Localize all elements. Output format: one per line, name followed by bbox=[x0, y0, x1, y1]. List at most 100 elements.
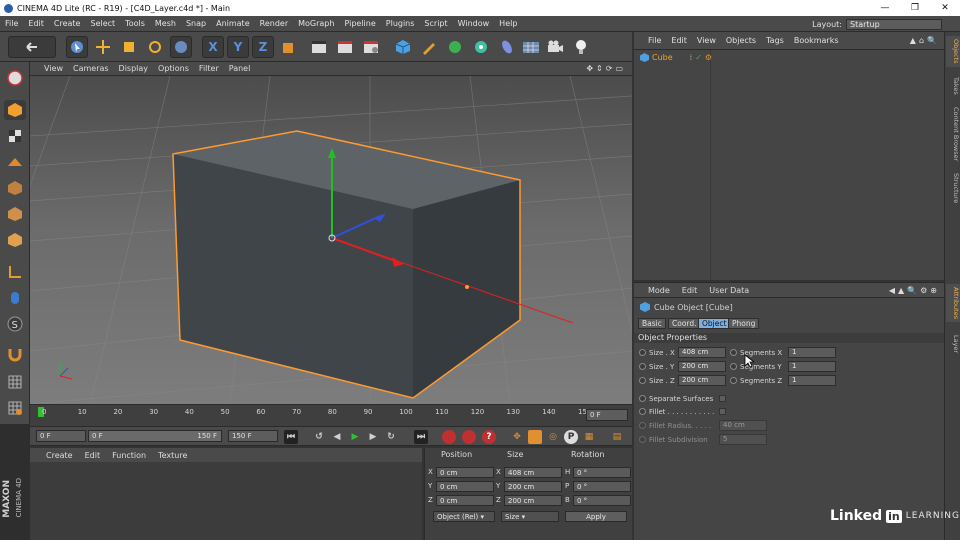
menu-edit[interactable]: Edit bbox=[23, 19, 49, 28]
separate-anim-icon[interactable] bbox=[639, 395, 646, 402]
side-tab-objects[interactable]: Objects bbox=[946, 36, 960, 67]
coordinate-system-button[interactable] bbox=[278, 36, 300, 58]
rotation-key-button[interactable]: ◎ bbox=[546, 430, 560, 444]
size-z-anim-icon[interactable] bbox=[639, 377, 646, 384]
goto-end-button[interactable]: ⏭ bbox=[414, 430, 428, 444]
next-frame-button[interactable]: ▶ bbox=[366, 430, 380, 444]
size-y-input[interactable]: 200 cm bbox=[678, 361, 726, 372]
layout-select[interactable]: Startup bbox=[846, 18, 942, 30]
objects-menu-view[interactable]: View bbox=[692, 36, 721, 45]
menu-mograph[interactable]: MoGraph bbox=[293, 19, 339, 28]
menu-pipeline[interactable]: Pipeline bbox=[339, 19, 380, 28]
points-mode-button[interactable] bbox=[4, 178, 26, 198]
material-menu-edit[interactable]: Edit bbox=[79, 451, 107, 460]
texture-mode-button[interactable] bbox=[4, 126, 26, 146]
menu-mesh[interactable]: Mesh bbox=[150, 19, 181, 28]
side-tab-layer[interactable]: Layer bbox=[946, 332, 960, 356]
coordinate-mode-select[interactable]: Object (Rel) ▾ bbox=[433, 511, 495, 522]
tab-phong[interactable]: Phong bbox=[728, 318, 760, 329]
menu-script[interactable]: Script bbox=[419, 19, 452, 28]
make-editable-button[interactable] bbox=[4, 68, 26, 88]
menu-tools[interactable]: Tools bbox=[120, 19, 150, 28]
pos-z-field[interactable]: 0 cm bbox=[436, 495, 494, 506]
viewport-nav-icons[interactable]: ✥⇕⟳▭ bbox=[586, 64, 626, 73]
object-list[interactable]: Cube ⁞ ✓ ⚙ bbox=[634, 50, 944, 280]
objects-menu-tags[interactable]: Tags bbox=[761, 36, 789, 45]
segments-z-input[interactable]: 1 bbox=[788, 375, 836, 386]
minimize-button[interactable]: — bbox=[870, 0, 900, 16]
segments-y-input[interactable]: 1 bbox=[788, 361, 836, 372]
viewport-menu-filter[interactable]: Filter bbox=[194, 64, 224, 73]
render-settings-button[interactable] bbox=[360, 36, 382, 58]
light-button[interactable] bbox=[570, 36, 592, 58]
size-z-field[interactable]: 200 cm bbox=[504, 495, 562, 506]
workplane-grid-button[interactable] bbox=[4, 372, 26, 392]
undo-button[interactable] bbox=[8, 36, 56, 58]
material-menu-function[interactable]: Function bbox=[106, 451, 152, 460]
pos-x-field[interactable]: 0 cm bbox=[436, 467, 494, 478]
objects-menu-bookmarks[interactable]: Bookmarks bbox=[789, 36, 844, 45]
size-z-input[interactable]: 200 cm bbox=[678, 375, 726, 386]
menu-help[interactable]: Help bbox=[494, 19, 522, 28]
goto-start-button[interactable]: ⏮ bbox=[284, 430, 298, 444]
segments-z-anim-icon[interactable] bbox=[730, 377, 737, 384]
select-tool-button[interactable] bbox=[66, 36, 88, 58]
side-tab-structure[interactable]: Structure bbox=[946, 170, 960, 206]
menu-render[interactable]: Render bbox=[255, 19, 293, 28]
tab-coord[interactable]: Coord. bbox=[668, 318, 701, 329]
start-frame-field[interactable]: 0 F bbox=[36, 430, 86, 442]
menu-select[interactable]: Select bbox=[85, 19, 120, 28]
render-view-button[interactable] bbox=[308, 36, 330, 58]
timeline-ruler[interactable]: 0 10 20 30 40 50 60 70 80 90 100 110 120 130 140 150 0 F bbox=[30, 404, 632, 426]
magnet-button[interactable] bbox=[4, 344, 26, 364]
attr-menu-edit[interactable]: Edit bbox=[676, 286, 704, 295]
fillet-anim-icon[interactable] bbox=[639, 408, 646, 415]
position-key-button[interactable]: ✥ bbox=[510, 430, 524, 444]
apply-button[interactable]: Apply bbox=[565, 511, 627, 522]
objects-menu-objects[interactable]: Objects bbox=[721, 36, 761, 45]
tweak-mode-button[interactable] bbox=[4, 288, 26, 308]
pla-key-button[interactable]: ▦ bbox=[582, 430, 596, 444]
spline-pen-button[interactable] bbox=[418, 36, 440, 58]
menu-create[interactable]: Create bbox=[49, 19, 86, 28]
rot-p-field[interactable]: 0 ° bbox=[573, 481, 631, 492]
object-manager-nav-icons[interactable]: ▲⌂🔍 bbox=[910, 36, 940, 45]
menu-animate[interactable]: Animate bbox=[211, 19, 255, 28]
camera-button[interactable] bbox=[544, 36, 566, 58]
record-button[interactable] bbox=[442, 430, 456, 444]
next-key-button[interactable]: ↻ bbox=[384, 430, 398, 444]
material-menu-texture[interactable]: Texture bbox=[152, 451, 193, 460]
menu-plugins[interactable]: Plugins bbox=[381, 19, 420, 28]
model-mode-button[interactable] bbox=[4, 100, 26, 120]
object-name-cube[interactable]: Cube bbox=[652, 53, 673, 62]
scale-tool-button[interactable] bbox=[118, 36, 140, 58]
previous-key-button[interactable]: ↺ bbox=[312, 430, 326, 444]
side-tab-takes[interactable]: Takes bbox=[946, 74, 960, 98]
menu-snap[interactable]: Snap bbox=[181, 19, 211, 28]
segments-x-input[interactable]: 1 bbox=[788, 347, 836, 358]
subdivision-button[interactable] bbox=[444, 36, 466, 58]
size-x-input[interactable]: 408 cm bbox=[678, 347, 726, 358]
viewport-menu-view[interactable]: View bbox=[30, 64, 68, 73]
objects-menu-file[interactable]: File bbox=[634, 36, 666, 45]
size-mode-select[interactable]: Size ▾ bbox=[501, 511, 559, 522]
close-button[interactable]: ✕ bbox=[930, 0, 960, 16]
keyframe-selection-button[interactable]: ? bbox=[482, 430, 496, 444]
segments-x-anim-icon[interactable] bbox=[730, 349, 737, 356]
tab-basic[interactable]: Basic bbox=[638, 318, 666, 329]
timeline-menu-button[interactable]: ▤ bbox=[610, 430, 624, 444]
viewport-menu-panel[interactable]: Panel bbox=[224, 64, 256, 73]
cube-object[interactable] bbox=[172, 130, 521, 399]
material-list-area[interactable] bbox=[30, 462, 422, 540]
move-tool-button[interactable] bbox=[92, 36, 114, 58]
parameter-key-button[interactable]: P bbox=[564, 430, 578, 444]
polygons-mode-button[interactable] bbox=[4, 230, 26, 250]
enabled-check-icon[interactable]: ✓ bbox=[695, 53, 702, 62]
attr-menu-mode[interactable]: Mode bbox=[634, 286, 676, 295]
rotate-tool-button[interactable] bbox=[144, 36, 166, 58]
x-axis-lock-button[interactable]: X bbox=[202, 36, 224, 58]
segments-y-anim-icon[interactable] bbox=[730, 363, 737, 370]
edges-mode-button[interactable] bbox=[4, 204, 26, 224]
maximize-button[interactable]: ❐ bbox=[900, 0, 930, 16]
z-axis-lock-button[interactable]: Z bbox=[252, 36, 274, 58]
